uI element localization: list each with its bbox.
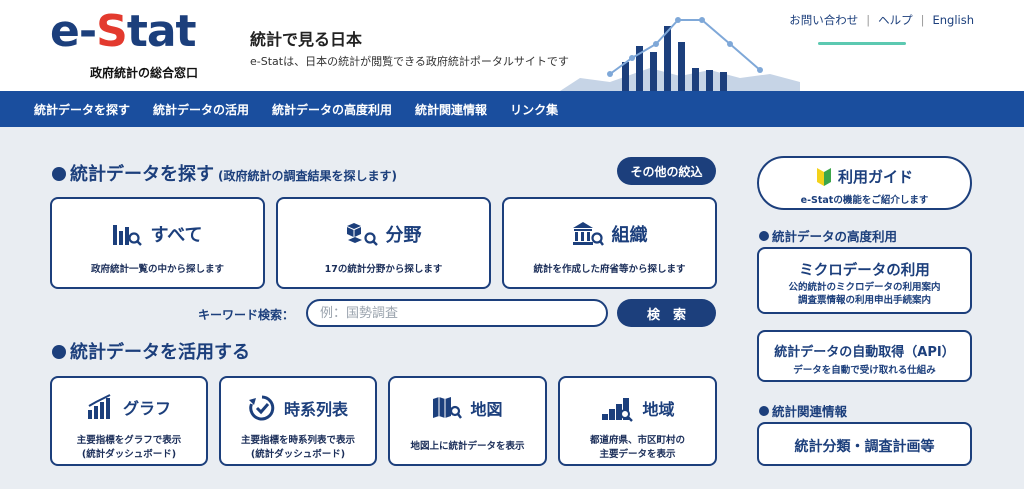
main-nav: 統計データを探す 統計データの活用 統計データの高度利用 統計関連情報 リンク集	[0, 91, 1024, 127]
beginner-mark-icon	[816, 167, 831, 186]
find-card-field[interactable]: 分野 17の統計分野から探します	[276, 197, 491, 289]
use-card-title: 地図	[470, 400, 503, 419]
use-card-region[interactable]: 地域 都道府県、市区町村の 主要データを表示	[558, 376, 717, 466]
link-separator: |	[920, 13, 925, 27]
find-card-desc: 17の統計分野から探します	[324, 264, 443, 275]
find-card-title: 分野	[385, 225, 422, 246]
bullet-icon	[52, 167, 66, 181]
usage-guide-button[interactable]: 利用ガイド e-Statの機能をご紹介します	[757, 156, 972, 210]
bullet-icon	[52, 345, 66, 359]
usage-guide-desc: e-Statの機能をご紹介します	[800, 195, 929, 206]
advanced-use-heading: 統計データの高度利用	[759, 226, 897, 245]
microdata-desc-line: 公的統計のミクロデータの利用案内	[788, 282, 941, 293]
use-card-desc-line: 主要指標をグラフで表示	[76, 435, 182, 446]
clock-arrow-icon	[248, 395, 275, 421]
search-button[interactable]: 検 索	[617, 299, 716, 327]
find-card-title: すべて	[150, 225, 203, 246]
header-decoration-chart-icon	[560, 17, 800, 91]
nav-item-find[interactable]: 統計データを探す	[34, 101, 130, 118]
microdata-button[interactable]: ミクロデータの利用 公的統計のミクロデータの利用案内 調査票情報の利用申出手続案…	[757, 247, 972, 314]
use-card-desc-line: 都道府県、市区町村の	[589, 435, 685, 446]
use-heading: 統計データを活用する	[52, 338, 250, 364]
estat-logo[interactable]: e-Stat 政府統計の総合窓口	[50, 6, 220, 81]
contact-link[interactable]: お問い合わせ	[789, 12, 858, 28]
find-card-organization[interactable]: 組織 統計を作成した府省等から探します	[502, 197, 717, 289]
cubes-search-icon	[346, 223, 378, 246]
use-card-title: グラフ	[122, 399, 171, 418]
usage-guide-title: 利用ガイド	[837, 168, 913, 186]
use-card-desc-line: 地図上に統計データを表示	[410, 441, 525, 452]
use-card-map[interactable]: 地図 地図上に統計データを表示	[388, 376, 547, 466]
use-card-graph[interactable]: グラフ 主要指標をグラフで表示 (統計ダッシュボード)	[50, 376, 208, 466]
use-card-desc-line: (統計ダッシュボード)	[250, 449, 346, 460]
find-card-all[interactable]: すべて 政府統計一覧の中から探します	[50, 197, 265, 289]
classification-title: 統計分類・調査計画等	[794, 439, 935, 455]
top-links: お問い合わせ | ヘルプ | English	[789, 12, 974, 28]
logo-subtitle: 政府統計の総合窓口	[90, 66, 199, 80]
find-card-desc: 統計を作成した府省等から探します	[533, 264, 686, 275]
bar-graph-icon	[87, 394, 111, 419]
nav-item-use[interactable]: 統計データの活用	[153, 101, 249, 118]
use-card-title: 地域	[642, 400, 675, 419]
english-link[interactable]: English	[932, 13, 974, 27]
related-info-heading: 統計関連情報	[759, 401, 847, 420]
find-heading: 統計データを探す (政府統計の調査結果を探します)	[52, 160, 397, 186]
use-card-desc-line: 主要指標を時系列表で表示	[240, 435, 355, 446]
nav-item-related[interactable]: 統計関連情報	[415, 101, 487, 118]
api-title: 統計データの自動取得（API）	[774, 345, 955, 360]
bullet-icon	[759, 406, 769, 416]
use-card-title: 時系列表	[283, 400, 348, 419]
other-filter-button[interactable]: その他の絞込	[617, 157, 716, 185]
find-card-desc: 政府統計一覧の中から探します	[90, 264, 224, 275]
use-card-desc-line: 主要データを表示	[599, 449, 676, 460]
site-header: e-Stat 政府統計の総合窓口 統計で見る日本 e-Statは、日本の統計が閲…	[0, 0, 1024, 91]
nav-item-advanced[interactable]: 統計データの高度利用	[272, 101, 392, 118]
api-button[interactable]: 統計データの自動取得（API） データを自動で受け取れる仕組み	[757, 330, 972, 382]
keyword-search-input[interactable]	[306, 299, 608, 327]
site-title: 統計で見る日本	[250, 30, 363, 49]
logo-wordmark: e-Stat	[50, 6, 197, 57]
api-desc: データを自動で受け取れる仕組み	[793, 365, 936, 376]
bar-chart-search-icon	[113, 225, 143, 246]
keyword-search-label: キーワード検索：	[198, 308, 295, 322]
find-card-title: 組織	[611, 225, 648, 246]
link-separator: |	[866, 13, 871, 27]
header-accent-line	[818, 42, 906, 45]
region-stairs-icon	[602, 398, 634, 422]
use-card-timeseries[interactable]: 時系列表 主要指標を時系列表で表示 (統計ダッシュボード)	[219, 376, 377, 466]
building-search-icon	[572, 222, 604, 246]
help-link[interactable]: ヘルプ	[878, 12, 913, 28]
microdata-desc-line: 調査票情報の利用申出手続案内	[797, 295, 931, 306]
classification-button[interactable]: 統計分類・調査計画等	[757, 422, 972, 466]
microdata-title: ミクロデータの利用	[799, 263, 930, 279]
site-description: e-Statは、日本の統計が閲覧できる政府統計ポータルサイトです	[250, 55, 569, 68]
bullet-icon	[759, 231, 769, 241]
use-card-desc-line: (統計ダッシュボード)	[81, 449, 177, 460]
nav-item-links[interactable]: リンク集	[510, 101, 558, 118]
map-search-icon	[433, 397, 463, 419]
